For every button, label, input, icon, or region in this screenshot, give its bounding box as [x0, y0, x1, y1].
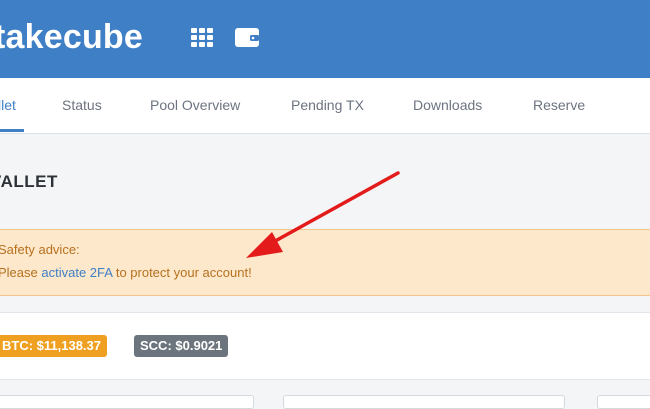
- active-tab-underline: [0, 129, 24, 132]
- alert-message: Please activate 2FA to protect your acco…: [0, 265, 252, 280]
- safety-alert: Safety advice: Please activate 2FA to pr…: [0, 229, 650, 296]
- form-field-1[interactable]: [0, 395, 254, 409]
- tab-label: llet: [0, 97, 16, 113]
- alert-title: Safety advice:: [0, 242, 80, 257]
- btc-price-badge: BTC: $11,138.37: [0, 335, 108, 357]
- tab-status[interactable]: Status: [62, 78, 102, 133]
- alert-text-after: to protect your account!: [115, 265, 252, 280]
- page-title: VALLET: [0, 172, 58, 191]
- grid-icon[interactable]: [190, 26, 216, 50]
- tab-pending-tx[interactable]: Pending TX: [291, 78, 364, 133]
- brand-logo-text[interactable]: takecube: [0, 17, 143, 57]
- alert-text-before: Please: [0, 265, 38, 280]
- tab-downloads[interactable]: Downloads: [413, 78, 482, 133]
- form-field-3[interactable]: [597, 395, 650, 409]
- activate-2fa-link[interactable]: activate 2FA: [41, 265, 112, 280]
- main-nav: llet Status Pool Overview Pending TX Dow…: [0, 78, 650, 134]
- wallet-icon[interactable]: [233, 26, 259, 50]
- top-header: takecube: [0, 0, 650, 78]
- price-card: BTC: $11,138.37 SCC: $0.9021: [0, 312, 650, 380]
- scc-price-badge: SCC: $0.9021: [134, 335, 229, 357]
- tab-reserve[interactable]: Reserve: [533, 78, 585, 133]
- tab-wallet[interactable]: llet: [0, 78, 24, 133]
- tab-pool-overview[interactable]: Pool Overview: [150, 78, 240, 133]
- form-field-2[interactable]: [283, 395, 565, 409]
